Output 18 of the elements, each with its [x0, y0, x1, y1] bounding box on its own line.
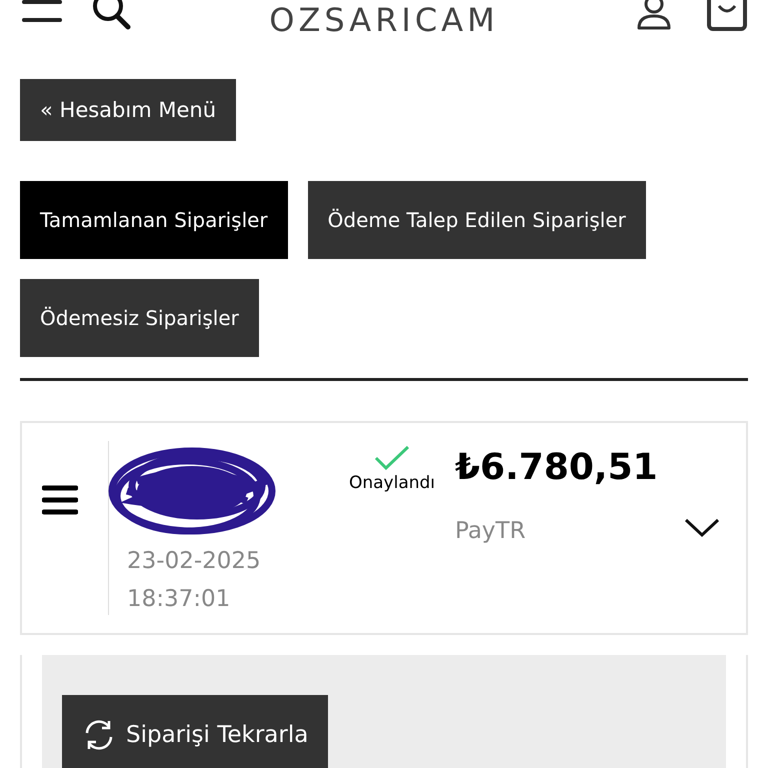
shopping-bag-icon[interactable] [707, 0, 747, 32]
account-menu-button[interactable]: « Hesabım Menü [20, 79, 236, 141]
order-tab[interactable]: Ödeme Talep Edilen Siparişler [308, 181, 646, 259]
user-icon[interactable] [636, 0, 672, 30]
menu-icon[interactable] [42, 485, 78, 515]
check-icon [374, 445, 410, 471]
order-tab[interactable]: Tamamlanan Siparişler [20, 181, 288, 259]
order-tab[interactable]: Ödemesiz Siparişler [20, 279, 259, 357]
order-amount: ₺6.780,51 [455, 447, 658, 488]
menu-icon[interactable] [22, 0, 62, 24]
payment-method: PayTR [455, 518, 527, 544]
logo[interactable]: OZSARICAM [269, 1, 499, 39]
order-time: 18:37:01 [127, 585, 232, 614]
order-status: Onaylandı [348, 473, 436, 493]
order-date: 23-02-2025 [127, 547, 262, 576]
search-icon[interactable] [92, 0, 132, 30]
chevron-down-icon[interactable] [684, 518, 720, 538]
reorder-button[interactable]: Siparişi Tekrarla [62, 695, 328, 768]
